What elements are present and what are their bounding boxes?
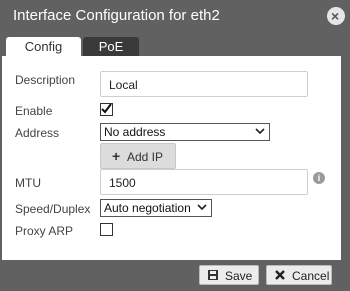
dialog-title: Interface Configuration for eth2 (13, 7, 220, 24)
add-ip-label: Add IP (127, 150, 164, 164)
chevron-down-icon (197, 204, 207, 211)
chevron-down-icon (255, 128, 265, 135)
interface-config-dialog: Interface Configuration for eth2 × Confi… (0, 0, 350, 291)
config-panel: Description Local Enable Address No addr… (2, 56, 341, 260)
proxy-arp-checkbox[interactable] (100, 223, 113, 236)
description-label: Description (15, 73, 76, 87)
dialog-titlebar: Interface Configuration for eth2 × (0, 0, 350, 34)
tab-bar: Config PoE (0, 34, 350, 57)
save-label: Save (225, 269, 253, 283)
info-icon[interactable]: i (313, 172, 325, 184)
cancel-icon (275, 270, 285, 280)
speed-duplex-value: Auto negotiation (104, 201, 191, 215)
save-button[interactable]: Save (199, 265, 259, 285)
proxy-arp-label: Proxy ARP (15, 224, 74, 238)
enable-label: Enable (15, 104, 53, 118)
checkmark-icon (101, 103, 112, 114)
close-icon: × (331, 8, 340, 24)
plus-icon: + (112, 148, 121, 164)
tab-poe[interactable]: PoE (83, 37, 139, 57)
description-input[interactable]: Local (100, 71, 308, 97)
address-select-value: No address (104, 125, 166, 139)
cancel-label: Cancel (292, 269, 330, 283)
address-select[interactable]: No address (100, 123, 270, 141)
mtu-input[interactable]: 1500 (100, 169, 308, 195)
cancel-button[interactable]: Cancel (266, 265, 332, 285)
save-icon (208, 270, 218, 280)
speed-duplex-select[interactable]: Auto negotiation (100, 199, 212, 217)
mtu-label: MTU (15, 176, 41, 190)
tab-config[interactable]: Config (6, 37, 81, 57)
add-ip-button[interactable]: + Add IP (100, 143, 176, 169)
address-label: Address (15, 126, 60, 140)
enable-checkbox[interactable] (100, 103, 113, 116)
speed-duplex-label: Speed/Duplex (15, 202, 91, 216)
close-button[interactable]: × (327, 7, 345, 25)
